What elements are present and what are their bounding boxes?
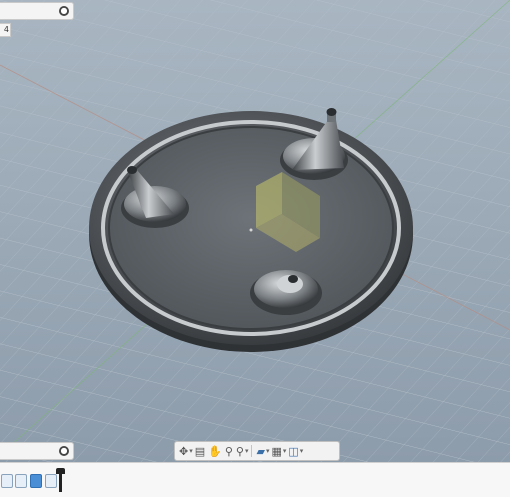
- display-settings-icon[interactable]: ▰: [255, 443, 265, 459]
- timeline-feature-item[interactable]: [1, 474, 13, 488]
- chevron-down-icon[interactable]: ▾: [245, 447, 249, 455]
- chevron-down-icon[interactable]: ▾: [300, 447, 304, 455]
- timeline-feature-item[interactable]: [45, 474, 57, 488]
- comments-panel[interactable]: ●: [0, 442, 74, 460]
- timeline-bar: [0, 462, 510, 497]
- zoom-window-icon[interactable]: ⚲: [235, 443, 245, 459]
- look-at-icon[interactable]: ▤: [194, 443, 206, 459]
- chevron-down-icon[interactable]: ▾: [266, 447, 270, 455]
- timeline-feature-item[interactable]: [15, 474, 27, 488]
- panel-expand-icon[interactable]: ●: [59, 446, 69, 456]
- pan-icon[interactable]: ✋: [207, 443, 223, 459]
- browser-panel[interactable]: ●: [0, 2, 74, 20]
- toolbar-divider: [251, 445, 253, 457]
- chevron-down-icon[interactable]: ▾: [189, 447, 193, 455]
- panel-expand-icon[interactable]: ●: [59, 6, 69, 16]
- viewport-canvas[interactable]: [0, 0, 510, 462]
- timeline-marker[interactable]: [56, 468, 65, 492]
- orbit-icon[interactable]: ✥: [178, 443, 189, 459]
- 3d-viewport[interactable]: ● 4 ● ✥ ▾ ▤ ✋ ⚲ ⚲ ▾ ▰ ▾ ▦ ▾ ◫ ▾: [0, 0, 510, 462]
- panel-tab[interactable]: 4: [0, 23, 11, 37]
- timeline-feature-item[interactable]: [30, 474, 42, 488]
- panel-tab-label: 4: [3, 25, 9, 34]
- chevron-down-icon[interactable]: ▾: [283, 447, 287, 455]
- origin-point: [249, 228, 253, 232]
- navigation-toolbar: ✥ ▾ ▤ ✋ ⚲ ⚲ ▾ ▰ ▾ ▦ ▾ ◫ ▾: [174, 441, 340, 461]
- zoom-icon[interactable]: ⚲: [224, 443, 234, 459]
- viewports-icon[interactable]: ◫: [287, 443, 299, 459]
- grid-settings-icon[interactable]: ▦: [270, 443, 282, 459]
